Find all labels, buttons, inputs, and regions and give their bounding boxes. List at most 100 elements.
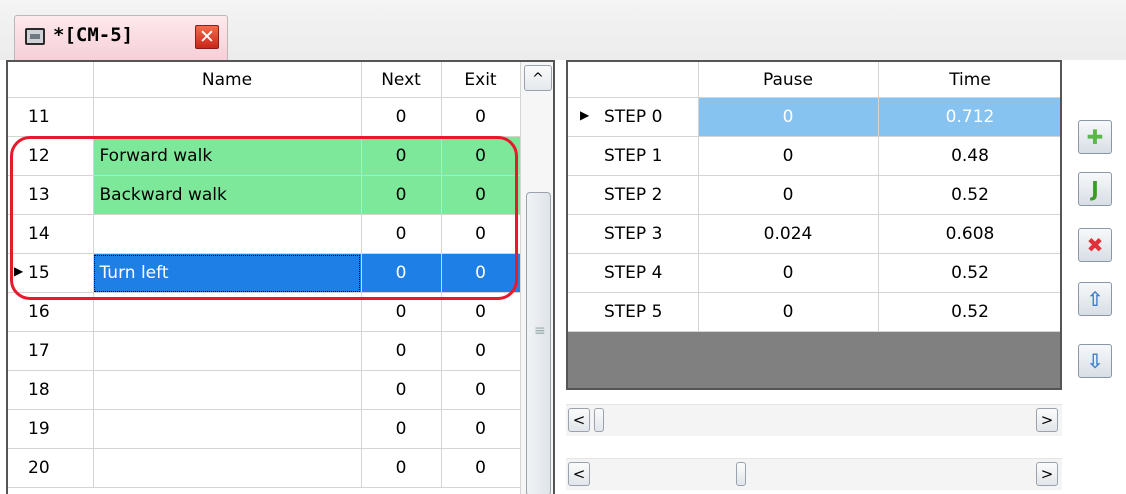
row-number[interactable]: 11 (8, 97, 94, 137)
row-number[interactable]: 14 (8, 214, 94, 254)
exit-cell[interactable]: 0 (441, 409, 521, 449)
time-cell[interactable]: 0.52 (878, 292, 1060, 332)
table-row[interactable]: 13 Backward walk 0 0 (8, 175, 521, 215)
row-number[interactable]: 13 (8, 175, 94, 215)
name-cell[interactable]: Turn left (93, 253, 362, 293)
next-cell[interactable]: 0 (361, 370, 442, 410)
delete-step-button[interactable]: ✖ (1078, 228, 1112, 262)
next-cell[interactable]: 0 (361, 331, 442, 371)
step-name-cell[interactable]: STEP 5 (568, 292, 699, 332)
scrollbar-thumb[interactable] (736, 462, 746, 486)
name-cell[interactable] (93, 97, 362, 137)
time-cell[interactable]: 0.48 (878, 136, 1060, 176)
time-cell[interactable]: 0.608 (878, 214, 1060, 254)
table-row[interactable]: STEP 000.712 (568, 97, 1060, 137)
table-row[interactable]: 17 0 0 (8, 331, 521, 371)
exit-cell[interactable]: 0 (441, 448, 521, 488)
step-name-cell[interactable]: STEP 0 (568, 97, 699, 137)
pause-cell[interactable]: 0 (698, 136, 879, 176)
step-name-cell[interactable]: STEP 1 (568, 136, 699, 176)
column-header-time[interactable]: Time (878, 62, 1060, 98)
motion-table: Name Next Exit 11 0 0 12 Forward walk 0 0 13 Bac… (8, 62, 521, 488)
exit-cell[interactable]: 0 (441, 175, 521, 215)
next-cell[interactable]: 0 (361, 409, 442, 449)
table-row[interactable]: 14 0 0 (8, 214, 521, 254)
time-cell[interactable]: 0.712 (878, 97, 1060, 137)
exit-cell[interactable]: 0 (441, 136, 521, 176)
pause-cell[interactable]: 0.024 (698, 214, 879, 254)
table-row[interactable]: 19 0 0 (8, 409, 521, 449)
row-number[interactable]: 15 (8, 253, 94, 293)
column-header-next[interactable]: Next (361, 62, 442, 98)
exit-cell[interactable]: 0 (441, 253, 521, 293)
table-row[interactable]: STEP 5 0 0.52 (568, 292, 1060, 332)
row-number[interactable]: 19 (8, 409, 94, 449)
exit-cell[interactable]: 0 (441, 214, 521, 254)
name-cell[interactable] (93, 370, 362, 410)
scroll-right-icon[interactable]: > (1036, 408, 1058, 432)
row-number[interactable]: 20 (8, 448, 94, 488)
step-header-row: Pause Time (568, 62, 1060, 98)
name-cell[interactable]: Backward walk (93, 175, 362, 215)
next-cell[interactable]: 0 (361, 448, 442, 488)
scrollbar-thumb[interactable] (594, 408, 604, 432)
next-cell[interactable]: 0 (361, 214, 442, 254)
move-down-icon: ⇩ (1086, 349, 1104, 373)
row-number[interactable]: 18 (8, 370, 94, 410)
column-header-exit[interactable]: Exit (441, 62, 521, 98)
tab-cm5[interactable]: *[CM-5] ✕ (14, 15, 228, 60)
name-cell[interactable] (93, 292, 362, 332)
pause-cell[interactable]: 0 (698, 292, 879, 332)
vertical-scrollbar[interactable]: ^ (520, 62, 553, 494)
scroll-right-icon[interactable]: > (1036, 462, 1058, 486)
move-down-button[interactable]: ⇩ (1078, 344, 1112, 378)
table-row[interactable]: 18 0 0 (8, 370, 521, 410)
scroll-left-icon[interactable]: < (568, 408, 590, 432)
table-row[interactable]: 15Turn left00 (8, 253, 521, 293)
name-cell[interactable] (93, 448, 362, 488)
next-cell[interactable]: 0 (361, 97, 442, 137)
column-header-name[interactable]: Name (93, 62, 362, 98)
exit-cell[interactable]: 0 (441, 97, 521, 137)
table-row[interactable]: 16 0 0 (8, 292, 521, 332)
insert-step-button[interactable]: J (1078, 172, 1112, 206)
move-up-button[interactable]: ⇧ (1078, 282, 1112, 316)
pause-cell[interactable]: 0 (698, 253, 879, 293)
scroll-up-icon[interactable]: ^ (524, 65, 552, 91)
name-cell[interactable] (93, 409, 362, 449)
name-cell[interactable]: Forward walk (93, 136, 362, 176)
scroll-left-icon[interactable]: < (568, 462, 590, 486)
exit-cell[interactable]: 0 (441, 292, 521, 332)
row-number[interactable]: 16 (8, 292, 94, 332)
table-row[interactable]: STEP 4 0 0.52 (568, 253, 1060, 293)
scrollbar-thumb[interactable] (526, 192, 551, 494)
table-row[interactable]: STEP 3 0.024 0.608 (568, 214, 1060, 254)
pause-cell[interactable]: 0 (698, 97, 879, 137)
table-row[interactable]: 12 Forward walk 0 0 (8, 136, 521, 176)
step-name-cell[interactable]: STEP 3 (568, 214, 699, 254)
exit-cell[interactable]: 0 (441, 331, 521, 371)
table-row[interactable]: 20 0 0 (8, 448, 521, 488)
row-number[interactable]: 12 (8, 136, 94, 176)
name-cell[interactable] (93, 214, 362, 254)
column-header-pause[interactable]: Pause (698, 62, 879, 98)
next-cell[interactable]: 0 (361, 292, 442, 332)
table-row[interactable]: 11 0 0 (8, 97, 521, 137)
step-name-cell[interactable]: STEP 4 (568, 253, 699, 293)
time-cell[interactable]: 0.52 (878, 253, 1060, 293)
next-cell[interactable]: 0 (361, 175, 442, 215)
table-row[interactable]: STEP 2 0 0.52 (568, 175, 1060, 215)
next-cell[interactable]: 0 (361, 136, 442, 176)
next-cell[interactable]: 0 (361, 253, 442, 293)
horizontal-scrollbar-2[interactable]: < > (566, 458, 1062, 490)
row-number[interactable]: 17 (8, 331, 94, 371)
close-icon[interactable]: ✕ (195, 25, 219, 49)
name-cell[interactable] (93, 331, 362, 371)
time-cell[interactable]: 0.52 (878, 175, 1060, 215)
pause-cell[interactable]: 0 (698, 175, 879, 215)
horizontal-scrollbar-1[interactable]: < > (566, 404, 1062, 436)
table-row[interactable]: STEP 1 0 0.48 (568, 136, 1060, 176)
add-step-button[interactable]: ✚ (1078, 120, 1112, 154)
exit-cell[interactable]: 0 (441, 370, 521, 410)
step-name-cell[interactable]: STEP 2 (568, 175, 699, 215)
